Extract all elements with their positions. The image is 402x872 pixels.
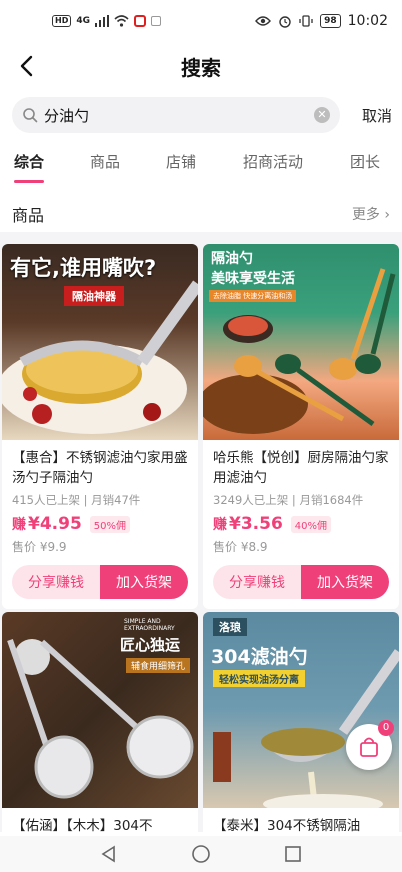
earn-price: ¥4.95 (28, 514, 82, 534)
product-image[interactable]: 有它,谁用嘴吹? 隔油神器 (2, 244, 198, 440)
eye-icon (255, 16, 272, 26)
product-card[interactable]: 有它,谁用嘴吹? 隔油神器 【惠合】不锈钢滤油勺家用盛汤勺子隔油勺 415人已上… (2, 244, 198, 609)
cart-count-badge: 0 (378, 720, 394, 736)
sale-price: 售价 ¥9.9 (12, 540, 67, 554)
tab-comprehensive[interactable]: 综合 (14, 146, 44, 182)
app-notification-icon (134, 15, 146, 27)
image-badge: 辅食用细筛孔 (126, 658, 191, 673)
vibrate-icon (299, 15, 313, 27)
tab-group-leader[interactable]: 团长 (350, 146, 380, 182)
system-nav-bar (0, 836, 402, 872)
image-tagline: SIMPLE AND EXTRAORDINARY (124, 618, 175, 632)
product-stats: 3249人已上架 | 月销1684件 (213, 493, 364, 507)
status-bar: HD 4G 98 10:02 (0, 0, 402, 42)
more-label: 更多 (351, 207, 380, 223)
search-input[interactable] (44, 106, 314, 124)
product-stats: 415人已上架 | 月销47件 (12, 493, 141, 507)
active-tab-indicator (14, 180, 44, 183)
shopping-bag-icon (360, 737, 378, 757)
share-earn-button[interactable]: 分享赚钱 (213, 565, 301, 599)
chevron-right-icon: › (384, 207, 390, 223)
app-notification-icon-2 (151, 16, 161, 26)
product-card[interactable]: 隔油勺 美味享受生活 去除油脂 快速分离油和汤 哈乐熊【悦创】厨房隔油勺家用滤油… (203, 244, 399, 609)
earn-label: 赚 (213, 517, 227, 533)
product-title[interactable]: 【惠合】不锈钢滤油勺家用盛汤勺子隔油勺 (12, 448, 188, 488)
more-link[interactable]: 更多 › (352, 204, 390, 224)
commission-badge: 50%佣 (89, 515, 131, 533)
product-title[interactable]: 哈乐熊【悦创】厨房隔油勺家用滤油勺 (213, 448, 389, 488)
tab-promotions[interactable]: 招商活动 (243, 146, 303, 182)
network-indicator: 4G (76, 16, 90, 26)
search-box[interactable]: ✕ (12, 97, 340, 133)
image-badge: 去除油脂 快速分离油和汤 (209, 290, 297, 302)
page-title: 搜索 (181, 55, 221, 80)
section-title: 商品 (12, 206, 45, 225)
tab-shops[interactable]: 店铺 (166, 146, 196, 182)
image-headline: 隔油勺 (211, 251, 253, 267)
image-brand: 洛琅 (213, 618, 247, 636)
cancel-button[interactable]: 取消 (362, 105, 392, 126)
signal-icon (95, 15, 109, 27)
wifi-icon (114, 15, 129, 27)
share-earn-button[interactable]: 分享赚钱 (12, 565, 100, 599)
tab-bar: 综合 商品 店铺 招商活动 团长 (0, 146, 402, 186)
products-section-header: 商品 更多 › (0, 198, 402, 230)
back-button[interactable] (14, 52, 42, 80)
battery-indicator: 98 (320, 14, 341, 28)
tab-products[interactable]: 商品 (90, 146, 120, 182)
product-card[interactable]: SIMPLE AND EXTRAORDINARY 匠心独运 辅食用细筛孔 【佑涵… (2, 612, 198, 856)
image-headline: 匠心独运 (120, 636, 181, 654)
hd-indicator: HD (52, 15, 72, 27)
add-to-shelf-button[interactable]: 加入货架 (301, 565, 389, 599)
product-image[interactable]: 洛琅 304滤油勺 轻松实现油汤分离 (203, 612, 399, 808)
image-subheadline: 美味享受生活 (211, 271, 295, 287)
clock: 10:02 (347, 13, 388, 29)
alarm-icon (279, 16, 291, 28)
earn-label: 赚 (12, 517, 26, 533)
product-image[interactable]: 隔油勺 美味享受生活 去除油脂 快速分离油和汤 (203, 244, 399, 440)
home-circle-icon[interactable] (190, 843, 212, 865)
image-headline: 304滤油勺 (211, 646, 308, 668)
recents-square-icon[interactable] (282, 843, 304, 865)
shelf-cart-button[interactable]: 0 (346, 720, 394, 770)
header: 搜索 (0, 44, 402, 88)
commission-badge: 40%佣 (290, 515, 332, 533)
add-to-shelf-button[interactable]: 加入货架 (100, 565, 188, 599)
image-badge: 隔油神器 (64, 286, 124, 306)
back-triangle-icon[interactable] (98, 843, 120, 865)
search-icon (23, 108, 38, 123)
image-badge: 轻松实现油汤分离 (213, 670, 305, 687)
search-bar: ✕ 取消 (12, 96, 392, 134)
product-image[interactable]: SIMPLE AND EXTRAORDINARY 匠心独运 辅食用细筛孔 (2, 612, 198, 808)
clear-search-button[interactable]: ✕ (314, 107, 330, 123)
image-headline: 有它,谁用嘴吹? (10, 256, 157, 280)
sale-price: 售价 ¥8.9 (213, 540, 268, 554)
earn-price: ¥3.56 (229, 514, 283, 534)
chevron-left-icon (20, 55, 33, 77)
